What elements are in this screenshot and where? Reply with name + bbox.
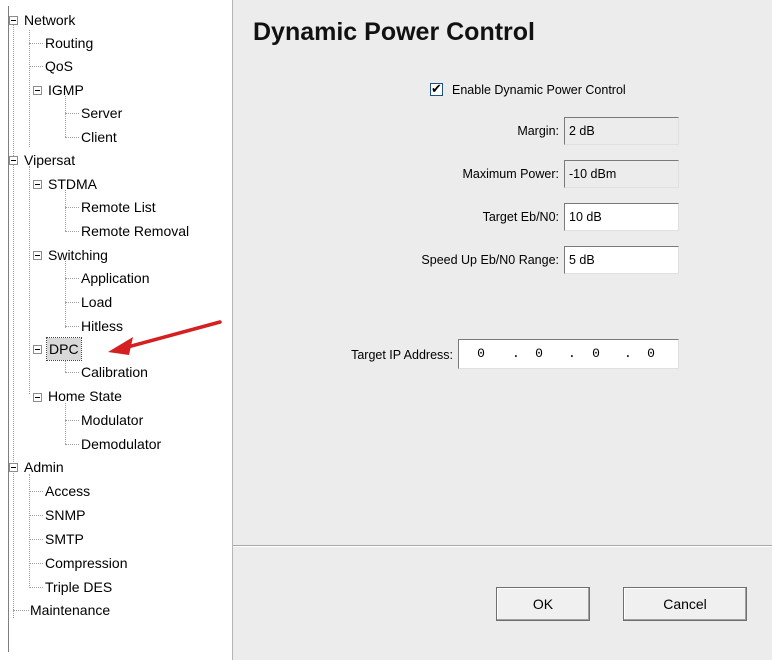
tree-item-remote-removal[interactable]: Remote Removal	[81, 220, 189, 242]
enable-dpc-checkbox[interactable]: ✔	[430, 81, 443, 96]
tree-connector	[65, 113, 79, 114]
tree-connector	[65, 444, 79, 445]
tree-item-access[interactable]: Access	[45, 480, 90, 502]
margin-label: Margin:	[517, 124, 559, 138]
tree-item-triple-des[interactable]: Triple DES	[45, 576, 112, 598]
tree-item-network[interactable]: Network	[24, 9, 75, 31]
tree-item-hitless[interactable]: Hitless	[81, 315, 123, 337]
tree-connector	[29, 66, 43, 67]
tree-item-maintenance[interactable]: Maintenance	[30, 599, 110, 621]
target-ebn0-input[interactable]: 10 dB	[564, 203, 679, 231]
collapse-icon[interactable]	[33, 180, 42, 189]
tree-connector	[65, 96, 66, 137]
enable-dpc-label: Enable Dynamic Power Control	[452, 83, 626, 97]
ip-separator: .	[624, 346, 632, 361]
tree-item-remote-list[interactable]: Remote List	[81, 196, 156, 218]
collapse-icon[interactable]	[9, 156, 18, 165]
tree-connector	[13, 20, 14, 618]
tree-connector	[65, 261, 66, 328]
ip-separator: .	[568, 346, 576, 361]
collapse-icon[interactable]	[33, 86, 42, 95]
tree-connector	[29, 563, 43, 564]
tree-connector	[29, 30, 30, 147]
tree-item-switching[interactable]: Switching	[48, 244, 108, 266]
tree-connector	[29, 587, 43, 588]
target-ebn0-label: Target Eb/N0:	[482, 210, 559, 224]
maximum-power-label: Maximum Power:	[462, 167, 559, 181]
tree-item-load[interactable]: Load	[81, 291, 112, 313]
speed-up-range-input[interactable]: 5 dB	[564, 246, 679, 274]
cancel-button[interactable]: Cancel	[623, 587, 747, 621]
tree-connector	[65, 420, 79, 421]
tree-connector	[29, 539, 43, 540]
target-ip-label: Target IP Address:	[351, 348, 453, 362]
maximum-power-field: -10 dBm	[564, 160, 679, 188]
tree-item-server[interactable]: Server	[81, 102, 122, 124]
dpc-settings-panel: Dynamic Power Control ✔ Enable Dynamic P…	[232, 0, 772, 660]
tree-item-vipersat[interactable]: Vipersat	[24, 149, 75, 171]
ip-separator: .	[512, 346, 520, 361]
collapse-icon[interactable]	[9, 463, 18, 472]
tree-item-demodulator[interactable]: Demodulator	[81, 433, 161, 455]
tree-connector	[13, 610, 29, 611]
tree-item-snmp[interactable]: SNMP	[45, 504, 85, 526]
tree-item-modulator[interactable]: Modulator	[81, 409, 143, 431]
page-title: Dynamic Power Control	[253, 18, 535, 46]
collapse-icon[interactable]	[33, 251, 42, 260]
tree-frame-line	[8, 6, 9, 652]
navigation-tree: Network Routing QoS IGMP Server Client V…	[0, 0, 232, 660]
speed-up-range-label: Speed Up Eb/N0 Range:	[421, 253, 559, 267]
tree-item-client[interactable]: Client	[81, 126, 117, 148]
ip-octet-2[interactable]: 0	[527, 340, 551, 368]
ip-octet-3[interactable]: 0	[584, 340, 608, 368]
tree-item-calibration[interactable]: Calibration	[81, 361, 148, 383]
tree-connector	[65, 372, 79, 373]
tree-connector	[65, 302, 79, 303]
tree-connector	[65, 190, 66, 231]
tree-item-home-state[interactable]: Home State	[48, 385, 122, 407]
tree-item-routing[interactable]: Routing	[45, 32, 93, 54]
tree-item-igmp[interactable]: IGMP	[48, 79, 84, 101]
tree-item-dpc[interactable]: DPC	[46, 337, 82, 361]
tree-item-compression[interactable]: Compression	[45, 552, 127, 574]
ip-octet-1[interactable]: 0	[469, 340, 493, 368]
tree-connector	[29, 43, 43, 44]
tree-connector	[29, 515, 43, 516]
tree-item-smtp[interactable]: SMTP	[45, 528, 84, 550]
tree-item-admin[interactable]: Admin	[24, 456, 64, 478]
margin-field: 2 dB	[564, 117, 679, 145]
button-divider	[233, 545, 772, 547]
tree-connector	[65, 326, 79, 327]
tree-connector	[65, 403, 66, 444]
target-ip-input[interactable]: 0 . 0 . 0 . 0	[458, 339, 679, 369]
collapse-icon[interactable]	[9, 16, 18, 25]
checkmark-icon: ✔	[431, 81, 442, 96]
ip-octet-4[interactable]: 0	[639, 340, 663, 368]
tree-connector	[65, 137, 79, 138]
tree-item-application[interactable]: Application	[81, 267, 150, 289]
tree-connector	[65, 231, 79, 232]
tree-connector	[65, 207, 79, 208]
collapse-icon[interactable]	[33, 393, 42, 402]
tree-item-qos[interactable]: QoS	[45, 55, 73, 77]
tree-item-stdma[interactable]: STDMA	[48, 173, 97, 195]
collapse-icon[interactable]	[33, 345, 42, 354]
tree-connector	[29, 491, 43, 492]
ok-button[interactable]: OK	[496, 587, 590, 621]
tree-connector	[65, 278, 79, 279]
tree-connector	[29, 166, 30, 394]
